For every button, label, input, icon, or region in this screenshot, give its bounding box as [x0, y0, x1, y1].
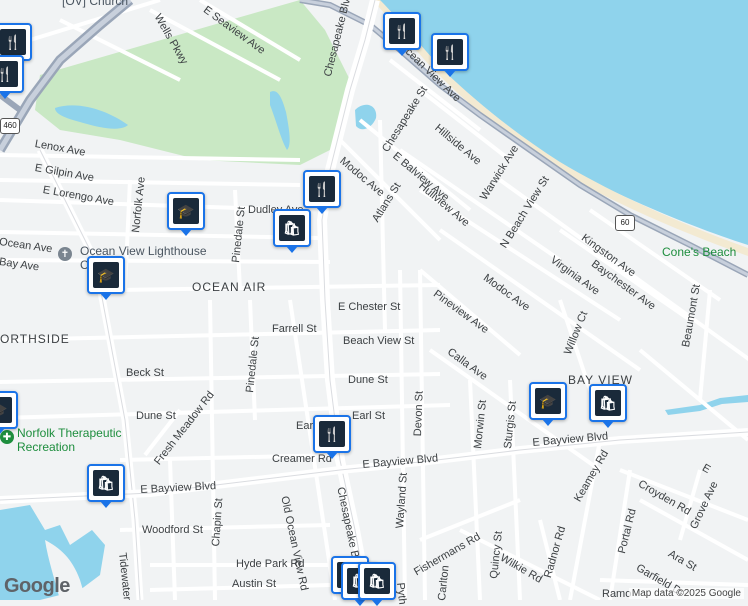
street-label-ramo: Ramo [602, 588, 632, 600]
restaurant-icon: 🍴 [309, 176, 335, 202]
restaurant-pin[interactable]: 🍴 [313, 415, 351, 459]
neighborhood-ocean-air: OCEAN AIR [192, 280, 267, 294]
street-label-earl-st-east: Earl St [352, 410, 386, 422]
shopping-pin[interactable]: 🛍 [358, 562, 396, 606]
restaurant-icon: 🍴 [437, 39, 463, 65]
shopping-pin[interactable]: 🛍 [273, 209, 311, 253]
street-label-austin-st: Austin St [232, 578, 277, 590]
shopping-pin[interactable]: 🛍 [589, 384, 627, 428]
street-label-e-chester-st: E Chester St [338, 301, 401, 313]
street-label-woodford-st: Woodford St [142, 524, 203, 536]
place-cones-beach[interactable]: Cone's Beach [662, 245, 736, 259]
school-icon: 🎓 [0, 397, 12, 423]
school-icon: 🎓 [173, 198, 199, 224]
street-label-devon-st: Devon St [412, 390, 426, 437]
street-label-hyde-park-rd: Hyde Park Rd [236, 558, 305, 570]
school-pin[interactable]: 🎓 [87, 256, 125, 300]
street-label-pyth: Pyth [394, 582, 409, 606]
restaurant-pin[interactable]: 🍴 [0, 55, 24, 99]
restaurant-icon: 🍴 [0, 29, 26, 55]
place-ov-church[interactable]: [OV] Church [62, 0, 128, 8]
map-attribution[interactable]: Map data ©2025 Google [628, 588, 744, 599]
street-label-beck-st: Beck St [126, 367, 164, 379]
street-label-farrell-st: Farrell St [272, 323, 317, 335]
street-label-dune-st-west: Dune St [136, 410, 176, 422]
restaurant-pin[interactable]: 🍴 [431, 33, 469, 77]
restaurant-icon: 🍴 [319, 421, 345, 447]
restaurant-icon: 🍴 [0, 61, 18, 87]
route-460-shield: 460 [0, 118, 20, 134]
church-icon: ✝ [58, 247, 72, 261]
school-icon: 🎓 [93, 262, 119, 288]
street-label-creamer-rd: Creamer Rd [272, 453, 332, 465]
shopping-bag-icon: 🛍 [364, 568, 390, 594]
place-norfolk-therapeutic-recreation[interactable]: Norfolk Therapeutic Recreation [17, 426, 167, 454]
restaurant-pin[interactable]: 🍴 [383, 12, 421, 56]
restaurant-pin[interactable]: 🍴 [303, 170, 341, 214]
school-icon: 🎓 [535, 388, 561, 414]
neighborhood-northside: ORTHSIDE [0, 332, 70, 346]
shopping-bag-icon: 🛍 [279, 215, 305, 241]
school-pin[interactable]: 🎓 [529, 382, 567, 426]
school-pin[interactable]: 🎓 [0, 391, 18, 435]
shopping-bag-icon: 🛍 [595, 390, 621, 416]
google-logo: Google [4, 575, 70, 597]
street-label-dune-st-east: Dune St [348, 374, 388, 386]
shopping-pin[interactable]: 🛍 [87, 464, 125, 508]
school-pin[interactable]: 🎓 [167, 192, 205, 236]
shopping-bag-icon: 🛍 [93, 470, 119, 496]
street-label-beach-view-st: Beach View St [343, 335, 415, 347]
route-60-shield: 60 [615, 215, 635, 231]
restaurant-icon: 🍴 [389, 18, 415, 44]
